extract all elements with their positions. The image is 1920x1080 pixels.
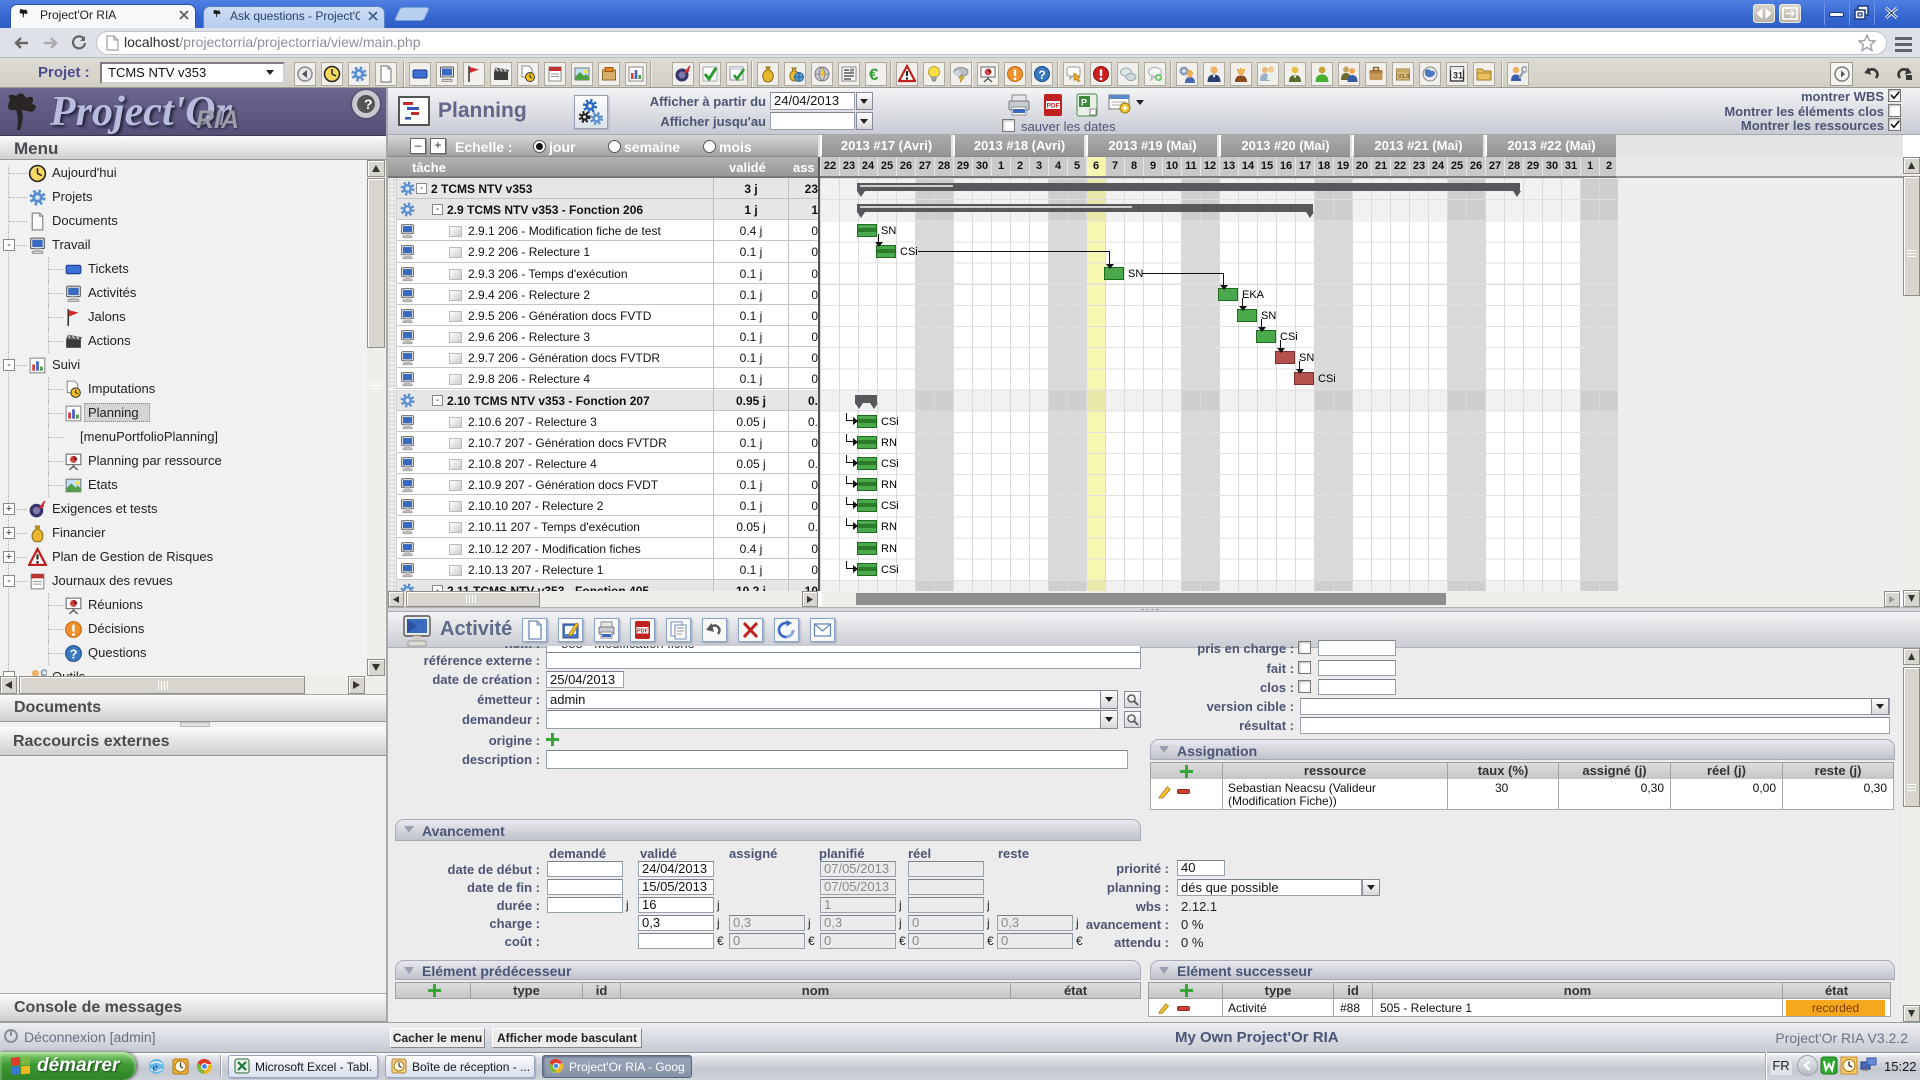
svg-text:P: P [1081, 98, 1087, 108]
svg-text:e: e [153, 1060, 159, 1074]
svg-text:?: ? [70, 648, 78, 662]
svg-text:31: 31 [1453, 71, 1463, 81]
svg-text:?: ? [1038, 68, 1045, 82]
svg-text:V1.0: V1.0 [1398, 74, 1409, 80]
svg-text:€: € [869, 65, 879, 84]
svg-text:PDF: PDF [637, 629, 649, 635]
svg-text:PDF: PDF [1047, 103, 1060, 110]
